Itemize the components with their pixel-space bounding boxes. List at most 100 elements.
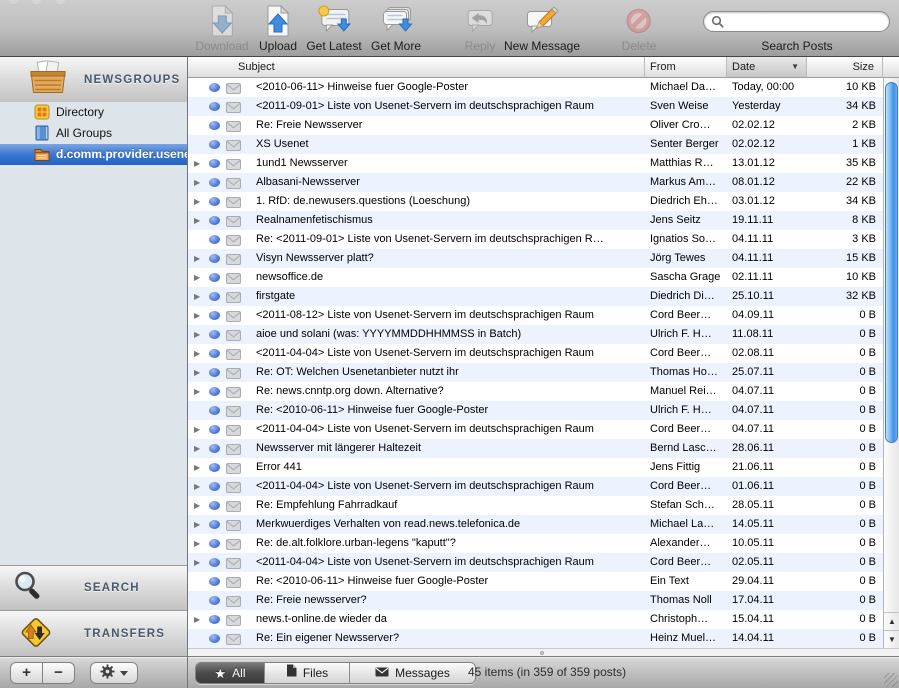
table-row[interactable]: ▶ Re: Empfehlung Fahrradkauf Stefan Sch…… — [188, 496, 883, 515]
disclosure-triangle-icon[interactable]: ▶ — [194, 192, 200, 211]
table-row[interactable]: ▶ news.t-online.de wieder da Christoph… … — [188, 610, 883, 629]
scroll-down-arrow[interactable]: ▼ — [884, 630, 899, 648]
disclosure-triangle-icon[interactable]: ▶ — [194, 496, 200, 515]
horizontal-scrollbar[interactable] — [188, 648, 899, 656]
table-row[interactable]: ▶ Re: OT: Welchen Usenetanbieter nutzt i… — [188, 363, 883, 382]
table-row[interactable]: ▶ <2011-04-04> Liste von Usenet-Servern … — [188, 344, 883, 363]
disclosure-triangle-icon[interactable]: ▶ — [194, 534, 200, 553]
search-posts-field[interactable] — [703, 11, 890, 32]
disclosure-triangle-icon[interactable]: ▶ — [194, 306, 200, 325]
disclosure-triangle-icon[interactable]: ▶ — [194, 287, 200, 306]
table-row[interactable]: ▶ Visyn Newsserver platt? Jörg Tewes 04.… — [188, 249, 883, 268]
scroll-up-arrow[interactable]: ▲ — [884, 612, 899, 630]
sidebar-item-all-groups[interactable]: All Groups — [0, 123, 188, 144]
disclosure-triangle-icon[interactable]: ▶ — [194, 477, 200, 496]
disclosure-triangle-icon[interactable]: ▶ — [194, 173, 200, 192]
reply-button[interactable]: Reply — [465, 4, 496, 53]
table-row[interactable]: ▶ Re: Ein eigener Newsserver? Heinz Muel… — [188, 629, 883, 648]
date-cell: 04.07.11 — [732, 401, 806, 420]
table-row[interactable]: ▶ <2011-09-01> Liste von Usenet-Servern … — [188, 97, 883, 116]
disclosure-triangle-icon[interactable]: ▶ — [194, 515, 200, 534]
disclosure-triangle-icon[interactable]: ▶ — [194, 268, 200, 287]
table-row[interactable]: ▶ Newsserver mit längerer Haltezeit Bern… — [188, 439, 883, 458]
table-row[interactable]: ▶ 1und1 Newsserver Matthias R… 13.01.12 … — [188, 154, 883, 173]
table-row[interactable]: ▶ 1. RfD: de.newusers.questions (Loeschu… — [188, 192, 883, 211]
unread-dot-icon — [209, 463, 220, 472]
from-cell: Cord Beer… — [650, 477, 726, 496]
table-row[interactable]: ▶ Re: news.cnntp.org down. Alternative? … — [188, 382, 883, 401]
window-close-button[interactable] — [9, 0, 18, 4]
disclosure-triangle-icon[interactable]: ▶ — [194, 420, 200, 439]
resize-grip[interactable] — [884, 673, 898, 687]
sidebar-section-search[interactable]: SEARCH — [0, 565, 188, 610]
subject-cell: Re: news.cnntp.org down. Alternative? — [256, 382, 640, 401]
disclosure-triangle-icon[interactable]: ▶ — [194, 344, 200, 363]
table-row[interactable]: ▶ Realnamenfetischismus Jens Seitz 19.11… — [188, 211, 883, 230]
disclosure-triangle-icon[interactable]: ▶ — [194, 610, 200, 629]
table-row[interactable]: ▶ Re: Freie Newsserver Oliver Cro… 02.02… — [188, 116, 883, 135]
disclosure-triangle-icon[interactable]: ▶ — [194, 211, 200, 230]
size-cell: 8 KB — [808, 211, 876, 230]
date-cell: 13.01.12 — [732, 154, 806, 173]
table-row[interactable]: ▶ <2011-04-04> Liste von Usenet-Servern … — [188, 553, 883, 572]
action-menu-button[interactable] — [90, 662, 138, 684]
from-cell: Sven Weise — [650, 97, 726, 116]
table-row[interactable]: ▶ Re: <2011-09-01> Liste von Usenet-Serv… — [188, 230, 883, 249]
get-more-button[interactable]: Get More — [371, 4, 421, 53]
table-row[interactable]: ▶ firstgate Diedrich Di… 25.10.11 32 KB — [188, 287, 883, 306]
horizontal-scroll-thumb[interactable] — [540, 651, 544, 655]
table-row[interactable]: ▶ aioe und solani (was: YYYYMMDDHHMMSS i… — [188, 325, 883, 344]
disclosure-triangle-icon[interactable]: ▶ — [194, 439, 200, 458]
window-zoom-button[interactable] — [56, 0, 65, 4]
disclosure-triangle-icon[interactable]: ▶ — [194, 458, 200, 477]
unread-dot-icon — [209, 406, 220, 415]
sidebar-section-newsgroups[interactable]: NEWSGROUPS — [0, 57, 188, 102]
toolbar: Download Upload — [0, 0, 899, 57]
disclosure-triangle-icon[interactable]: ▶ — [194, 154, 200, 173]
column-header-from[interactable]: From — [645, 57, 727, 78]
disclosure-triangle-icon[interactable]: ▶ — [194, 325, 200, 344]
search-input[interactable] — [728, 13, 883, 30]
window-minimize-button[interactable] — [32, 0, 41, 4]
upload-button[interactable]: Upload — [259, 4, 297, 53]
sidebar-item-directory[interactable]: Directory — [0, 102, 188, 123]
table-row[interactable]: ▶ <2011-04-04> Liste von Usenet-Servern … — [188, 420, 883, 439]
disclosure-triangle-icon[interactable]: ▶ — [194, 553, 200, 572]
unread-dot-icon — [209, 178, 220, 187]
download-button[interactable]: Download — [195, 4, 248, 53]
table-row[interactable]: ▶ Merkwuerdiges Verhalten von read.news.… — [188, 515, 883, 534]
subject-cell: <2011-09-01> Liste von Usenet-Servern im… — [256, 97, 640, 116]
disclosure-triangle-icon[interactable]: ▶ — [194, 382, 200, 401]
column-header-date[interactable]: Date ▼ — [727, 57, 807, 78]
add-button[interactable]: + — [10, 662, 43, 684]
table-row[interactable]: ▶ XS Usenet Senter Berger 02.02.12 1 KB — [188, 135, 883, 154]
date-cell: 02.02.12 — [732, 135, 806, 154]
table-row[interactable]: ▶ Albasani-Newsserver Markus Am… 08.01.1… — [188, 173, 883, 192]
table-row[interactable]: ▶ <2011-04-04> Liste von Usenet-Servern … — [188, 477, 883, 496]
filter-files-button[interactable]: Files — [265, 663, 350, 683]
table-row[interactable]: ▶ Re: de.alt.folklore.urban-legens "kapu… — [188, 534, 883, 553]
column-header-size[interactable]: Size — [807, 57, 883, 78]
disclosure-triangle-icon[interactable]: ▶ — [194, 363, 200, 382]
table-row[interactable]: ▶ Re: Freie newsserver? Thomas Noll 17.0… — [188, 591, 883, 610]
get-more-icon — [371, 4, 421, 38]
column-header-subject[interactable]: Subject — [188, 57, 645, 78]
sidebar-item-group[interactable]: d.comm.provider.usenet — [0, 144, 188, 165]
sort-descending-icon: ▼ — [791, 57, 799, 77]
disclosure-triangle-icon[interactable]: ▶ — [194, 249, 200, 268]
table-row[interactable]: ▶ Re: <2010-06-11> Hinweise fuer Google-… — [188, 401, 883, 420]
filter-messages-button[interactable]: Messages — [350, 663, 475, 683]
table-row[interactable]: ▶ Re: <2010-06-11> Hinweise fuer Google-… — [188, 572, 883, 591]
new-message-button[interactable]: New Message — [504, 4, 580, 53]
get-latest-button[interactable]: Get Latest — [306, 4, 361, 53]
sidebar-section-transfers[interactable]: TRANSFERS — [0, 610, 188, 656]
table-row[interactable]: ▶ <2010-06-11> Hinweise fuer Google-Post… — [188, 78, 883, 97]
vertical-scrollbar[interactable]: ▲ ▼ — [883, 78, 899, 648]
table-row[interactable]: ▶ <2011-08-12> Liste von Usenet-Servern … — [188, 306, 883, 325]
filter-all-button[interactable]: ★ All — [196, 663, 265, 683]
table-row[interactable]: ▶ newsoffice.de Sascha Grage 02.11.11 10… — [188, 268, 883, 287]
delete-button[interactable]: Delete — [622, 4, 657, 53]
table-row[interactable]: ▶ Error 441 Jens Fittig 21.06.11 0 B — [188, 458, 883, 477]
vertical-scroll-thumb[interactable] — [885, 82, 898, 443]
remove-button[interactable]: − — [43, 662, 75, 684]
